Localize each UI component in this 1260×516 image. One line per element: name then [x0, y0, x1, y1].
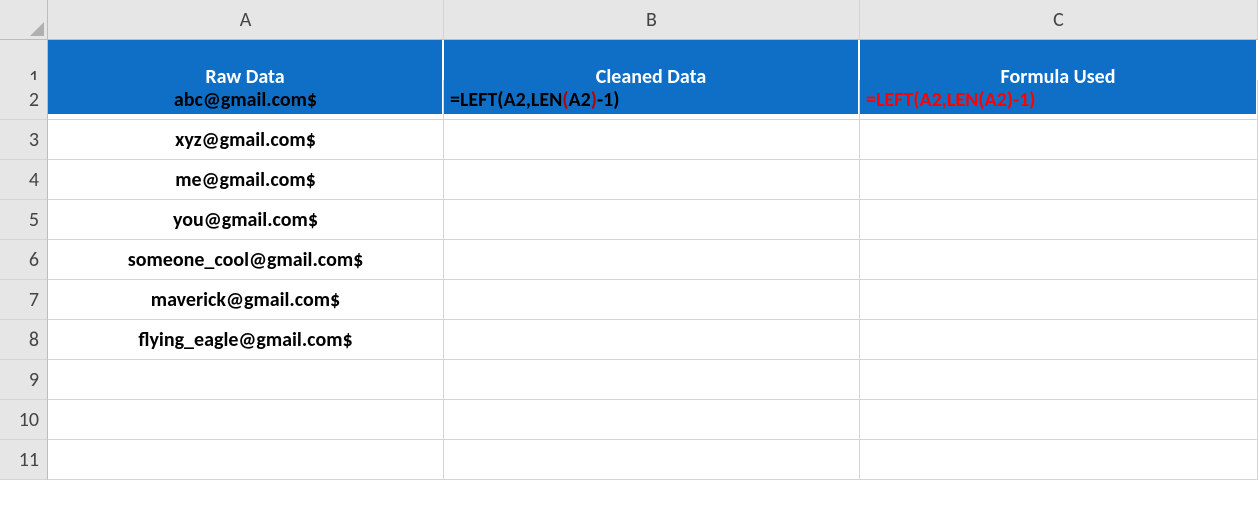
select-all-icon	[30, 22, 44, 36]
cell-C4[interactable]	[860, 160, 1258, 200]
cell-A5[interactable]: you@gmail.com$	[48, 200, 444, 240]
cell-C7[interactable]	[860, 280, 1258, 320]
cell-B8[interactable]	[444, 320, 860, 360]
cell-A2[interactable]: abc@gmail.com$	[48, 80, 444, 120]
row-header-2[interactable]: 2	[0, 80, 48, 120]
cell-A9[interactable]	[48, 360, 444, 400]
cell-B11[interactable]	[444, 440, 860, 480]
cell-A10[interactable]	[48, 400, 444, 440]
cell-C8[interactable]	[860, 320, 1258, 360]
cell-B10[interactable]	[444, 400, 860, 440]
cell-A7[interactable]: maverick@gmail.com$	[48, 280, 444, 320]
formula-part: -1)	[597, 88, 620, 112]
spreadsheet-grid: A B C 1 Raw Data Cleaned Data Formula Us…	[0, 0, 1260, 480]
row-header-9[interactable]: 9	[0, 360, 48, 400]
cell-A4[interactable]: me@gmail.com$	[48, 160, 444, 200]
cell-C6[interactable]	[860, 240, 1258, 280]
formula-part: A2	[569, 88, 591, 112]
cell-C10[interactable]	[860, 400, 1258, 440]
row-header-6[interactable]: 6	[0, 240, 48, 280]
col-header-C[interactable]: C	[860, 0, 1258, 40]
cell-C5[interactable]	[860, 200, 1258, 240]
cell-C9[interactable]	[860, 360, 1258, 400]
cell-B9[interactable]	[444, 360, 860, 400]
cell-A11[interactable]	[48, 440, 444, 480]
col-header-A[interactable]: A	[48, 0, 444, 40]
cell-A3[interactable]: xyz@gmail.com$	[48, 120, 444, 160]
col-header-B[interactable]: B	[444, 0, 860, 40]
cell-B6[interactable]	[444, 240, 860, 280]
cell-C11[interactable]	[860, 440, 1258, 480]
cell-A6[interactable]: someone_cool@gmail.com$	[48, 240, 444, 280]
row-header-8[interactable]: 8	[0, 320, 48, 360]
cell-C2[interactable]: =LEFT(A2,LEN(A2)-1)	[860, 80, 1258, 120]
row-header-4[interactable]: 4	[0, 160, 48, 200]
row-header-11[interactable]: 11	[0, 440, 48, 480]
cell-B3[interactable]	[444, 120, 860, 160]
cell-B7[interactable]	[444, 280, 860, 320]
cell-B2[interactable]: =LEFT(A2,LEN(A2)-1)	[444, 80, 860, 120]
cell-B4[interactable]	[444, 160, 860, 200]
row-header-7[interactable]: 7	[0, 280, 48, 320]
cell-C3[interactable]	[860, 120, 1258, 160]
cell-B5[interactable]	[444, 200, 860, 240]
row-header-5[interactable]: 5	[0, 200, 48, 240]
select-all-corner[interactable]	[0, 0, 48, 40]
formula-part: =LEFT(A2,LEN	[450, 88, 562, 112]
row-header-10[interactable]: 10	[0, 400, 48, 440]
cell-A8[interactable]: flying_eagle@gmail.com$	[48, 320, 444, 360]
row-header-3[interactable]: 3	[0, 120, 48, 160]
